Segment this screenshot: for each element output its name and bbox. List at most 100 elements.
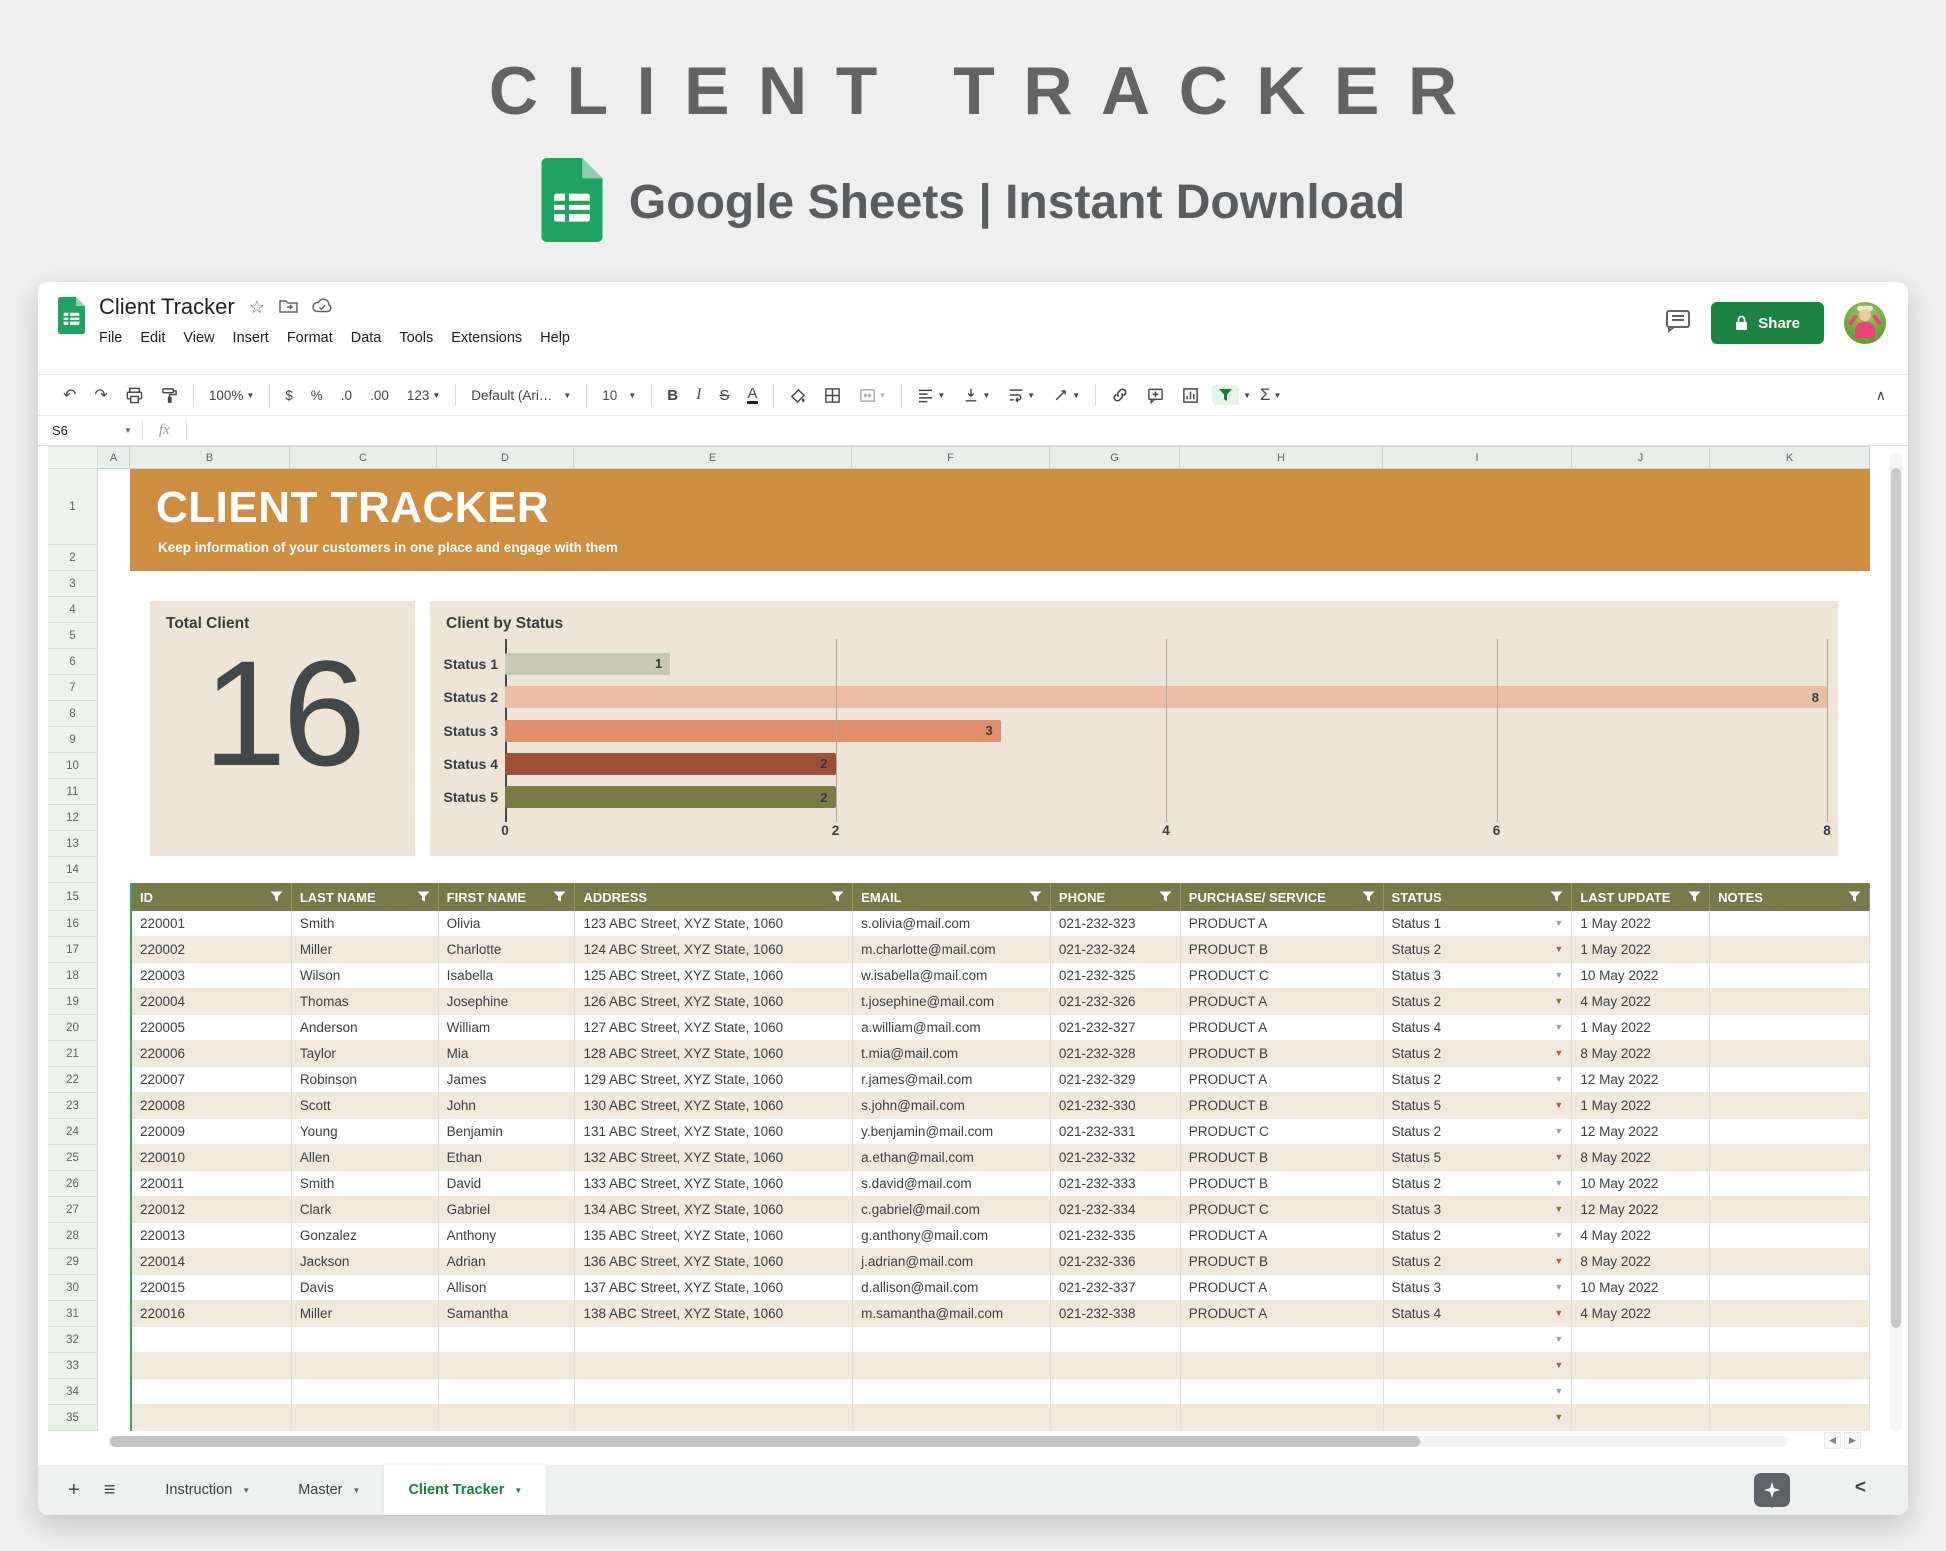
- row-header[interactable]: 12: [48, 805, 98, 831]
- cell-empty[interactable]: [439, 1327, 576, 1353]
- insert-chart-icon[interactable]: [1173, 387, 1208, 404]
- status-dropdown-icon[interactable]: ▼: [1554, 1223, 1563, 1248]
- column-header[interactable]: H: [1180, 446, 1383, 469]
- cell-product[interactable]: PRODUCT B: [1181, 1171, 1384, 1197]
- cell-address[interactable]: 125 ABC Street, XYZ State, 1060: [575, 963, 853, 989]
- row-header[interactable]: 2: [48, 545, 98, 571]
- cell-address[interactable]: 130 ABC Street, XYZ State, 1060: [575, 1093, 853, 1119]
- menu-item[interactable]: View: [174, 327, 223, 349]
- cell-last-update[interactable]: 1 May 2022: [1572, 911, 1710, 937]
- status-dropdown-icon[interactable]: ▼: [1554, 989, 1563, 1014]
- print-icon[interactable]: [117, 387, 152, 404]
- cell-phone[interactable]: 021-232-325: [1051, 963, 1181, 989]
- cell-notes[interactable]: [1710, 1171, 1870, 1197]
- tab-menu-chevron-icon[interactable]: ▼: [514, 1486, 522, 1495]
- cell-notes[interactable]: [1710, 1275, 1870, 1301]
- cell-last-update[interactable]: 12 May 2022: [1572, 1119, 1710, 1145]
- cell-last-update[interactable]: 4 May 2022: [1572, 1301, 1710, 1327]
- status-dropdown-icon[interactable]: ▼: [1554, 1093, 1563, 1118]
- cell-address[interactable]: 126 ABC Street, XYZ State, 1060: [575, 989, 853, 1015]
- cell-email[interactable]: m.charlotte@mail.com: [853, 937, 1051, 963]
- total-client-card[interactable]: Total Client 16: [150, 601, 415, 856]
- hide-menus-icon[interactable]: ∧: [1870, 387, 1892, 404]
- column-header[interactable]: G: [1050, 446, 1180, 469]
- cell-last-update[interactable]: 10 May 2022: [1572, 1275, 1710, 1301]
- cell-email[interactable]: w.isabella@mail.com: [853, 963, 1051, 989]
- cell-id[interactable]: 220007: [132, 1067, 292, 1093]
- cell-notes[interactable]: [1710, 1145, 1870, 1171]
- cell-id[interactable]: 220009: [132, 1119, 292, 1145]
- status-chart[interactable]: Client by Status Status 1Status 2Status …: [430, 601, 1838, 856]
- cell-empty[interactable]: ▼: [1384, 1327, 1573, 1353]
- cell-empty[interactable]: [292, 1327, 439, 1353]
- cell-empty[interactable]: [1710, 1353, 1870, 1379]
- cell-last-name[interactable]: Davis: [292, 1275, 439, 1301]
- status-dropdown-icon[interactable]: ▼: [1554, 1275, 1563, 1300]
- account-avatar[interactable]: [1844, 302, 1886, 344]
- cell-first-name[interactable]: John: [439, 1093, 576, 1119]
- cell-notes[interactable]: [1710, 1041, 1870, 1067]
- cell-product[interactable]: PRODUCT A: [1181, 1301, 1384, 1327]
- cell-email[interactable]: t.mia@mail.com: [853, 1041, 1051, 1067]
- cell-id[interactable]: 220013: [132, 1223, 292, 1249]
- row-header[interactable]: 7: [48, 675, 98, 701]
- cell-product[interactable]: PRODUCT A: [1181, 1275, 1384, 1301]
- cell-first-name[interactable]: Allison: [439, 1275, 576, 1301]
- cell-id[interactable]: 220006: [132, 1041, 292, 1067]
- cell-product[interactable]: PRODUCT B: [1181, 1041, 1384, 1067]
- cell-last-update[interactable]: 4 May 2022: [1572, 1223, 1710, 1249]
- table-header[interactable]: FIRST NAME: [439, 883, 576, 911]
- sheet-banner[interactable]: CLIENT TRACKER Keep information of your …: [130, 469, 1870, 571]
- cell-id[interactable]: 220015: [132, 1275, 292, 1301]
- table-header[interactable]: ID: [132, 883, 292, 911]
- cell-status[interactable]: Status 2▼: [1384, 1041, 1573, 1067]
- row-header[interactable]: 8: [48, 701, 98, 727]
- table-header[interactable]: NOTES: [1710, 883, 1870, 911]
- row-header[interactable]: 23: [48, 1093, 98, 1119]
- cell-last-name[interactable]: Clark: [292, 1197, 439, 1223]
- all-sheets-icon[interactable]: ≡: [92, 1479, 128, 1502]
- cell-address[interactable]: 124 ABC Street, XYZ State, 1060: [575, 937, 853, 963]
- cell-address[interactable]: 137 ABC Street, XYZ State, 1060: [575, 1275, 853, 1301]
- cell-email[interactable]: a.william@mail.com: [853, 1015, 1051, 1041]
- cell-last-name[interactable]: Miller: [292, 1301, 439, 1327]
- row-header[interactable]: 25: [48, 1145, 98, 1171]
- row-header[interactable]: 10: [48, 753, 98, 779]
- row-header[interactable]: 9: [48, 727, 98, 753]
- row-header[interactable]: 31: [48, 1301, 98, 1327]
- comment-history-icon[interactable]: [1665, 309, 1691, 338]
- cell-notes[interactable]: [1710, 1301, 1870, 1327]
- format-currency-icon[interactable]: $: [276, 388, 302, 403]
- sheet-tab[interactable]: Master ▼: [274, 1465, 384, 1515]
- status-dropdown-icon[interactable]: ▼: [1554, 1405, 1563, 1430]
- cell-product[interactable]: PRODUCT B: [1181, 1145, 1384, 1171]
- cell-product[interactable]: PRODUCT C: [1181, 1197, 1384, 1223]
- status-dropdown-icon[interactable]: ▼: [1554, 1145, 1563, 1170]
- cell-first-name[interactable]: Isabella: [439, 963, 576, 989]
- cell-first-name[interactable]: Anthony: [439, 1223, 576, 1249]
- column-header[interactable]: A: [98, 446, 130, 469]
- cell-last-name[interactable]: Young: [292, 1119, 439, 1145]
- name-box-chevron-icon[interactable]: ▼: [124, 426, 132, 435]
- cell-address[interactable]: 138 ABC Street, XYZ State, 1060: [575, 1301, 853, 1327]
- cell-notes[interactable]: [1710, 1015, 1870, 1041]
- status-dropdown-icon[interactable]: ▼: [1554, 1379, 1563, 1404]
- number-format-menu[interactable]: 123▼: [398, 388, 449, 403]
- cell-phone[interactable]: 021-232-338: [1051, 1301, 1181, 1327]
- menu-item[interactable]: Format: [278, 327, 342, 349]
- cell-empty[interactable]: ▼: [1384, 1379, 1573, 1405]
- sheet-tab[interactable]: Client Tracker ▼: [384, 1465, 546, 1515]
- cell-phone[interactable]: 021-232-327: [1051, 1015, 1181, 1041]
- cell-empty[interactable]: [132, 1327, 292, 1353]
- cell-empty[interactable]: [439, 1379, 576, 1405]
- cell-last-update[interactable]: 8 May 2022: [1572, 1145, 1710, 1171]
- cell-id[interactable]: 220016: [132, 1301, 292, 1327]
- font-select[interactable]: Default (Ari…▼: [462, 388, 580, 403]
- cell-phone[interactable]: 021-232-332: [1051, 1145, 1181, 1171]
- share-button[interactable]: Share: [1711, 302, 1824, 344]
- column-header[interactable]: I: [1383, 446, 1572, 469]
- cell-empty[interactable]: [575, 1405, 853, 1431]
- cell-empty[interactable]: [1181, 1327, 1384, 1353]
- create-filter-icon[interactable]: [1212, 385, 1239, 405]
- row-header[interactable]: 28: [48, 1223, 98, 1249]
